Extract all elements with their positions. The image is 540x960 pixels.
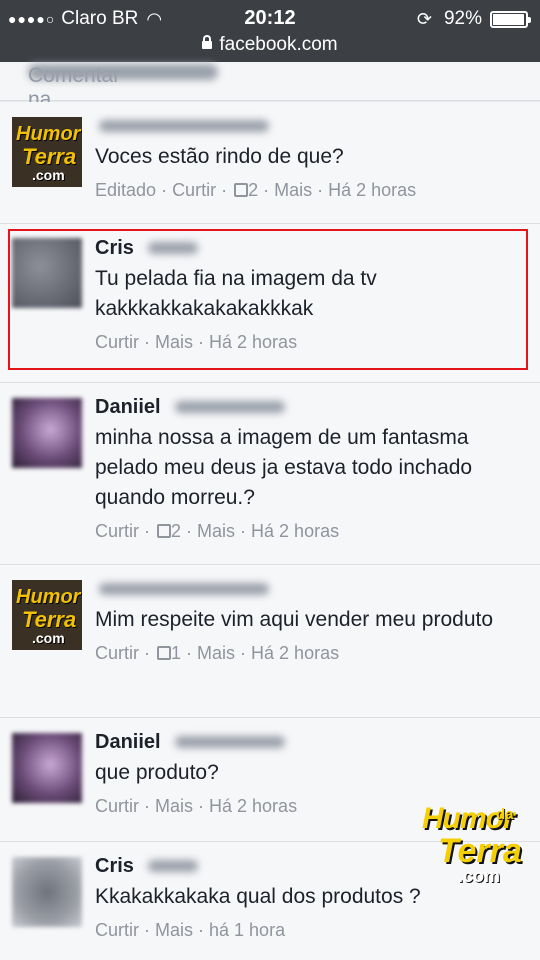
timestamp[interactable]: Há 2 horas [328,180,416,200]
rotation-lock-icon: ⟳ [416,8,432,29]
comment-item: Humor Terra .com Voces estão rindo de qu… [0,102,540,224]
timestamp[interactable]: Há 2 horas [209,796,297,816]
watermark-logo: Humor da Terra .com [418,802,534,888]
comment-actions: Curtir · 1 · Mais · Há 2 horas [95,643,340,663]
commenter-name[interactable]: Daniiel [95,730,528,754]
comment-text: Mim respeite vim aqui vender meu produto [95,608,494,631]
redacted-surname [174,401,285,413]
thumbs-up-icon [157,524,171,538]
more-link[interactable]: Mais [155,796,193,816]
more-link[interactable]: Mais [197,521,235,541]
commenter-name[interactable]: Daniiel [95,395,528,419]
status-right: ⟳ 92% [416,8,531,30]
thumbs-up-icon [157,646,171,660]
commenter-name-text: Daniiel [95,730,161,753]
status-bar: ●●●●○ Claro BR ◠ 20:12 ⟳ 92% facebook.co… [0,0,540,62]
like-link[interactable]: Curtir [95,521,139,541]
avatar[interactable]: Humor Terra .com [12,117,82,187]
timestamp[interactable]: Há 2 horas [251,643,339,663]
redacted-surname [147,860,198,872]
thumbs-up-icon [234,183,249,197]
redacted-surname [174,736,285,748]
like-count[interactable]: 2 [171,521,181,541]
avatar-logo-text: Humor [16,586,81,608]
comment-text: Voces estão rindo de que? [95,145,344,168]
like-link[interactable]: Curtir [95,920,139,940]
comment-actions: Curtir · 2 · Mais · Há 2 horas [95,521,340,541]
comment-actions: Editado · Curtir · 2 · Mais · Há 2 horas [95,180,417,200]
highlight-box [8,229,528,370]
commenter-name-text: Cris [95,854,134,877]
avatar[interactable] [12,398,82,468]
like-count[interactable]: 2 [248,180,258,200]
commenter-name[interactable] [95,114,528,138]
commenter-name[interactable] [95,577,528,601]
comment-actions: Curtir · Mais · há 1 hora [95,920,286,940]
battery-icon [490,10,531,28]
more-link[interactable]: Mais [197,643,235,663]
more-link[interactable]: Mais [155,920,193,940]
redacted-name [28,64,218,80]
url-text: facebook.com [219,34,338,55]
avatar-logo-text: .com [32,167,65,183]
comment-item: Humor Terra .com Mim respeite vim aqui v… [0,565,540,718]
more-link[interactable]: Mais [274,180,312,200]
like-link[interactable]: Curtir [95,796,139,816]
comment-item: Daniiel minha nossa a imagem de um fanta… [0,383,540,565]
comment-body: Voces estão rindo de que? Editado · Curt… [95,114,528,201]
avatar-logo-text: Humor [16,123,81,145]
comment-text: minha nossa a imagem de um fantasma pela… [95,426,473,509]
watermark-text: .com [458,866,501,886]
like-link[interactable]: Curtir [172,180,216,200]
watermark-text: da [496,806,514,823]
commenter-name-text: Daniiel [95,395,161,418]
comment-input-bar[interactable]: Comentar na publicação de [0,62,540,159]
battery-fill [493,13,525,25]
avatar[interactable] [12,857,82,927]
avatar[interactable] [12,733,82,803]
redacted-name [99,120,269,132]
timestamp[interactable]: há 1 hora [209,920,285,940]
comment-body: Mim respeite vim aqui vender meu produto… [95,577,528,664]
timestamp[interactable]: Há 2 horas [251,521,339,541]
edited-label: Editado [95,180,157,200]
avatar[interactable]: Humor Terra .com [12,580,82,650]
comment-body: Daniiel minha nossa a imagem de um fanta… [95,395,528,542]
like-link[interactable]: Curtir [95,643,139,663]
comment-text: que produto? [95,761,219,784]
url-bar[interactable]: facebook.com [0,34,540,56]
lock-icon [202,35,213,49]
redacted-name [99,583,269,595]
like-count[interactable]: 1 [171,643,181,663]
avatar-logo-text: .com [32,630,65,646]
battery-percent: 92% [443,8,482,29]
